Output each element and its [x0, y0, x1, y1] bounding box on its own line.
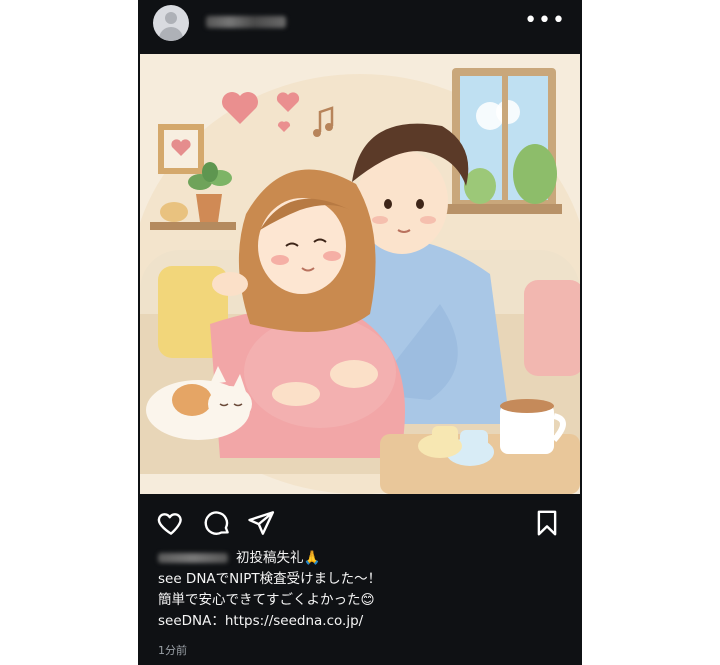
caption-line-3: 簡単で安心できてすごくよかった😊 [158, 592, 375, 608]
caption-line-1: 初投稿失礼🙏 [158, 548, 568, 569]
caption-line-2: see DNAでNIPT検査受けました〜！ [158, 571, 382, 587]
post-image[interactable] [140, 54, 580, 494]
post-card: ••• 初投稿失礼🙏 see DNAでNIPT検査受けました〜！ 簡単で安心でき… [138, 0, 582, 665]
comment-icon[interactable] [202, 508, 232, 538]
post-caption: 初投稿失礼🙏 see DNAでNIPT検査受けました〜！ 簡単で安心できてすごく… [158, 548, 568, 632]
caption-username-blurred[interactable] [158, 553, 228, 563]
caption-text-1: 初投稿失礼🙏 [236, 550, 321, 566]
post-header: ••• [138, 0, 582, 50]
avatar-head-shape [165, 12, 177, 24]
post-timestamp: 1分前 [158, 644, 187, 657]
bookmark-icon[interactable] [532, 508, 562, 538]
avatar-body-shape [159, 27, 183, 41]
illustration-couple [140, 54, 580, 494]
more-options-icon[interactable]: ••• [524, 10, 566, 32]
share-icon[interactable] [246, 508, 276, 538]
heart-icon[interactable] [156, 508, 186, 538]
caption-line-4[interactable]: seeDNA：https://seedna.co.jp/ [158, 611, 568, 632]
post-actions [138, 508, 582, 544]
avatar[interactable] [153, 5, 189, 41]
username-blurred[interactable] [206, 16, 286, 28]
